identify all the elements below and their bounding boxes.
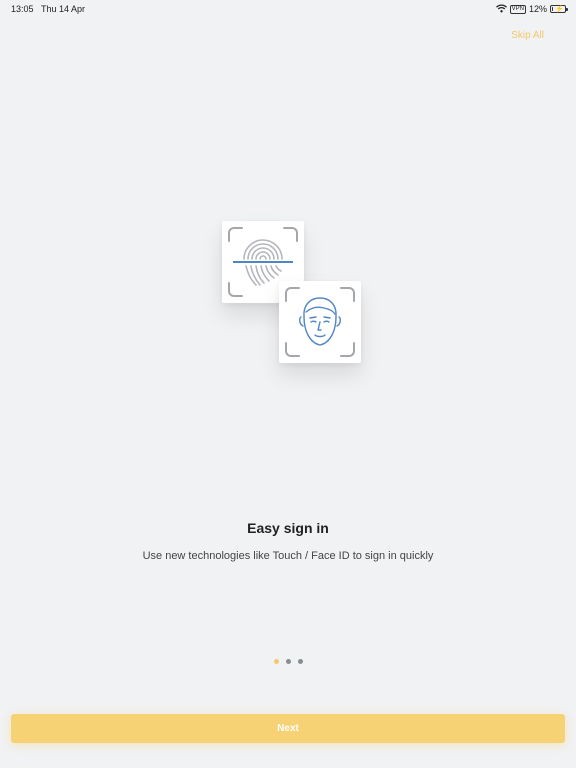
status-time: 13:05	[11, 4, 34, 14]
skip-all-button[interactable]: Skip All	[511, 30, 544, 41]
bolt-icon: ⚡	[555, 6, 564, 13]
page-dot-1[interactable]	[273, 659, 279, 664]
page-dot-2[interactable]	[285, 659, 291, 664]
page-subtitle: Use new technologies like Touch / Face I…	[142, 550, 434, 562]
status-indicators: VPN 12% ⚡	[495, 3, 568, 15]
status-date: Thu 14 Apr	[41, 4, 86, 14]
next-button[interactable]: Next	[11, 714, 565, 743]
page-title: Easy sign in	[247, 520, 329, 536]
face-id-icon	[285, 287, 355, 357]
page-dot-3[interactable]	[297, 659, 303, 664]
battery-level	[552, 7, 553, 11]
battery-charging-icon: ⚡	[550, 5, 568, 13]
status-bar: 13:05 Thu 14 Apr VPN 12% ⚡	[0, 0, 576, 18]
page-indicator	[0, 659, 576, 664]
vpn-badge: VPN	[509, 4, 526, 14]
wifi-icon	[495, 3, 507, 15]
battery-cap	[566, 8, 568, 11]
face-id-card	[279, 281, 361, 363]
battery-percent: 12%	[528, 4, 547, 14]
